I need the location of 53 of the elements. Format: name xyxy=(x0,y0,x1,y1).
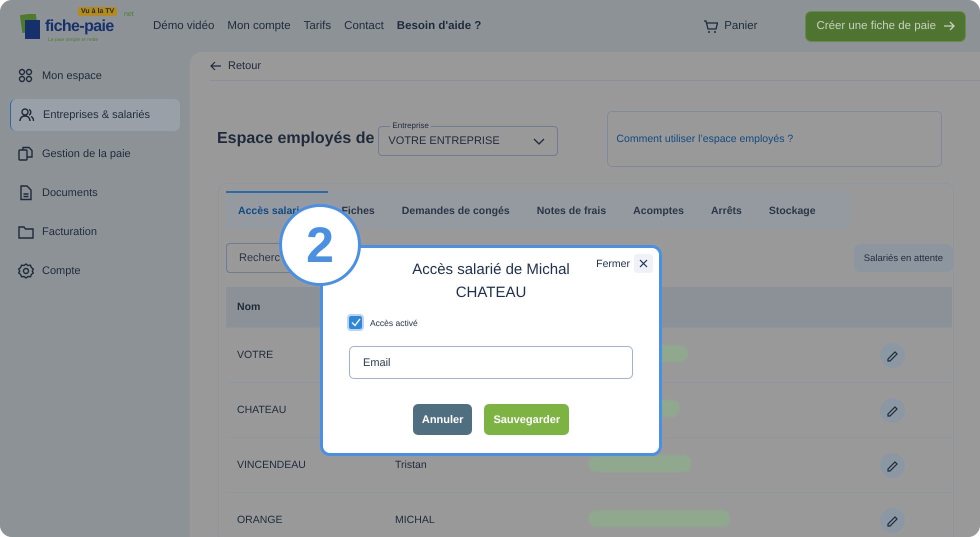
edit-button[interactable] xyxy=(880,508,905,532)
sidebar-item[interactable]: Entreprises & salariés xyxy=(10,99,180,131)
settings-icon xyxy=(18,263,34,279)
chevron-down-icon xyxy=(533,138,546,144)
tab[interactable]: Arrêts xyxy=(697,191,756,229)
document-icon xyxy=(18,185,34,201)
nav-link[interactable]: Démo vidéo xyxy=(153,20,214,32)
logo-text[interactable]: fiche-paie xyxy=(45,19,114,35)
back-link[interactable]: Retour xyxy=(228,60,262,72)
nav-link[interactable]: Contact xyxy=(344,20,384,32)
sidebar-item[interactable]: Facturation xyxy=(10,216,180,248)
tab[interactable]: Demandes de congés xyxy=(388,191,524,229)
pencil-icon xyxy=(886,404,899,416)
tab[interactable]: Notes de frais xyxy=(523,191,620,229)
email-field[interactable]: Email xyxy=(349,346,633,379)
help-link[interactable]: Comment utiliser l’espace employés ? xyxy=(616,133,794,145)
pencil-icon xyxy=(886,514,899,526)
arrow-right-icon xyxy=(943,20,955,32)
save-button[interactable]: Sauvegarder xyxy=(484,404,570,435)
page-title: Espace employés de xyxy=(217,130,374,148)
tab[interactable]: Acomptes xyxy=(620,191,698,229)
dialog-title: Accès salarié de Michal CHATEAU xyxy=(411,260,571,303)
sidebar-item[interactable]: Compte xyxy=(10,255,180,287)
edit-button[interactable] xyxy=(880,342,905,368)
arrow-left-icon xyxy=(210,61,222,71)
select-label: Entreprise xyxy=(390,121,431,130)
create-payslip-button[interactable]: Créer une fiche de paie xyxy=(805,10,966,42)
cancel-button[interactable]: Annuler xyxy=(412,404,472,435)
sidebar-item[interactable]: Documents xyxy=(10,177,180,209)
table-cell: ORANGE xyxy=(226,492,384,537)
tab[interactable]: Stockage xyxy=(755,191,830,229)
cart-icon xyxy=(703,18,718,34)
documents-icon xyxy=(18,146,34,162)
pencil-icon xyxy=(886,458,899,472)
folder-icon xyxy=(18,224,34,240)
close-button[interactable]: Fermer xyxy=(596,254,653,273)
users-icon xyxy=(19,107,35,123)
table-cell: MICHAL xyxy=(395,514,435,526)
edit-button[interactable] xyxy=(880,452,905,478)
pencil-icon xyxy=(886,348,899,362)
sidebar-item[interactable]: Mon espace xyxy=(10,60,180,92)
checkmark-icon xyxy=(350,318,360,327)
access-checkbox[interactable] xyxy=(349,316,362,329)
nav-link[interactable]: Tarifs xyxy=(304,20,332,32)
cart-link[interactable]: Panier xyxy=(724,20,758,32)
table-cell: Tristan xyxy=(395,459,427,471)
pending-employees-button[interactable]: Salariés en attente xyxy=(854,244,953,272)
nav-link[interactable]: Mon compte xyxy=(227,20,291,32)
grid-icon xyxy=(18,68,34,84)
nav-link[interactable]: Besoin d'aide ? xyxy=(396,20,482,32)
edit-button[interactable] xyxy=(880,398,905,422)
sidebar-item[interactable]: Gestion de la paie xyxy=(10,138,180,170)
close-icon xyxy=(639,259,648,268)
